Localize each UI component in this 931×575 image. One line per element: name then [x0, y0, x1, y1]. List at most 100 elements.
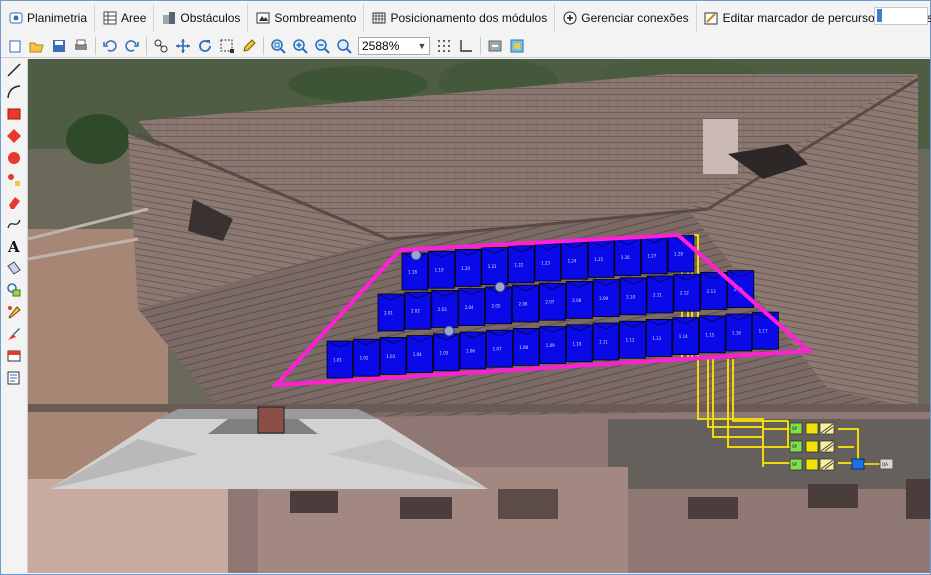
select-area-icon[interactable]: [216, 36, 238, 56]
window: [290, 491, 338, 513]
pv-module-label: 1.23: [541, 261, 550, 266]
string-start-marker[interactable]: [443, 325, 455, 337]
window: [498, 489, 558, 519]
inverter[interactable]: [805, 422, 819, 435]
pencil-icon[interactable]: [238, 36, 260, 56]
tab-gerenciar-conexoes-label: Gerenciar conexões: [581, 10, 689, 25]
pv-module-label: 2.08: [572, 298, 581, 303]
zoom-window-icon[interactable]: [333, 36, 355, 56]
notes-icon[interactable]: [1, 367, 27, 389]
ortho-icon[interactable]: [455, 36, 477, 56]
drawing-canvas[interactable]: 1.18 1.19 1.20 1.21 1.22 1.23 1.24 1.25 1.26 1.27…: [28, 59, 930, 573]
zoom-slider[interactable]: [874, 7, 928, 25]
measure-icon[interactable]: [1, 257, 27, 279]
pv-module-label: 2.07: [545, 300, 554, 305]
eaves: [28, 404, 930, 412]
pv-module-label: 1.25: [594, 257, 603, 262]
import-icon[interactable]: [506, 36, 528, 56]
tab-sombreamento[interactable]: Sombreamento: [247, 3, 363, 32]
window: [688, 497, 738, 519]
string-box-label: SP: [792, 444, 798, 449]
text-icon[interactable]: A: [1, 235, 27, 257]
tab-posicionamento-label: Posicionamento dos módulos: [390, 10, 548, 25]
undo-icon[interactable]: [99, 36, 121, 56]
line-icon[interactable]: [1, 59, 27, 81]
shading-icon: [255, 10, 270, 25]
rectangle-icon[interactable]: [1, 103, 27, 125]
pv-module-label: 1.17: [759, 329, 768, 334]
rotate-icon[interactable]: [194, 36, 216, 56]
pv-module-label: 1.12: [626, 338, 635, 343]
pv-module-label: 1.27: [647, 253, 656, 258]
pv-module-label: 1.09: [546, 343, 555, 348]
tree: [66, 114, 130, 164]
window: [808, 484, 858, 508]
toolbar-separator: [263, 36, 264, 55]
save-icon[interactable]: [48, 36, 70, 56]
string-box-label: SP: [792, 426, 798, 431]
chevron-down-icon[interactable]: ▼: [415, 41, 429, 51]
zoom-slider-knob[interactable]: [877, 9, 882, 22]
pv-module-label: 1.02: [360, 356, 369, 361]
pv-module-label: 2.01: [384, 311, 393, 316]
svg-text:A: A: [7, 238, 20, 254]
circle-icon[interactable]: [1, 147, 27, 169]
window: [906, 479, 930, 519]
tab-planimetria[interactable]: Planimetria: [1, 4, 94, 32]
image-icon[interactable]: [1, 345, 27, 367]
snap-grid-icon[interactable]: [433, 36, 455, 56]
tab-sombreamento-label: Sombreamento: [274, 10, 357, 25]
curve-icon[interactable]: [1, 213, 27, 235]
export-icon[interactable]: [484, 36, 506, 56]
toolbar-separator: [480, 36, 481, 55]
pv-module-label: 1.13: [652, 336, 661, 341]
zoom-select[interactable]: 2588% ▼: [358, 36, 430, 55]
pv-module-label: 2.02: [411, 309, 420, 314]
obstacle-chimney[interactable]: [257, 406, 285, 434]
pv-module-label: 2.12: [680, 291, 689, 296]
move-icon[interactable]: [172, 36, 194, 56]
tab-aree[interactable]: Aree: [94, 3, 153, 32]
print-icon[interactable]: [70, 36, 92, 56]
pv-module-label: 1.18: [408, 270, 417, 275]
inverter[interactable]: [805, 458, 819, 471]
zoom-out-icon[interactable]: [311, 36, 333, 56]
draw-tool-icon[interactable]: [1, 323, 27, 345]
layers-icon[interactable]: [1, 279, 27, 301]
points-icon[interactable]: [1, 169, 27, 191]
select-nodes-icon[interactable]: [150, 36, 172, 56]
pv-module-label: 2.06: [519, 302, 528, 307]
tab-posicionamento[interactable]: Posicionamento dos módulos: [363, 3, 554, 32]
pv-module-label: 1.19: [435, 268, 444, 273]
window: [400, 497, 452, 519]
arc-icon[interactable]: [1, 81, 27, 103]
pv-module-label: 1.26: [621, 255, 630, 260]
pv-module-label: 1.10: [572, 341, 581, 346]
pv-module-label: 2.03: [438, 307, 447, 312]
polygon-icon[interactable]: [1, 125, 27, 147]
combiner-box[interactable]: [851, 458, 865, 470]
tab-planimetria-label: Planimetria: [27, 10, 88, 25]
zoom-fit-icon[interactable]: [267, 36, 289, 56]
areas-icon: [102, 10, 117, 25]
string-box-label: SP: [792, 462, 798, 467]
pv-module-label: 1.11: [599, 340, 608, 345]
inverter[interactable]: [805, 440, 819, 453]
properties-icon[interactable]: [1, 301, 27, 323]
main-tab-bar: Planimetria Aree Obstáculos Sombreamento…: [1, 1, 931, 35]
zoom-in-icon[interactable]: [289, 36, 311, 56]
pv-module-label: 1.16: [732, 331, 741, 336]
eraser-icon[interactable]: [1, 191, 27, 213]
pv-module-label: 1.24: [568, 259, 577, 264]
tab-gerenciar-conexoes[interactable]: Gerenciar conexões: [554, 3, 695, 32]
pv-module-label: 2.11: [653, 293, 662, 298]
pv-module-label: 2.05: [492, 303, 501, 308]
open-icon[interactable]: [26, 36, 48, 56]
modules-grid-icon: [371, 10, 386, 25]
new-icon[interactable]: [4, 36, 26, 56]
pv-module-label: 1.03: [386, 354, 395, 359]
string-start-marker[interactable]: [494, 281, 506, 293]
tab-obstaculos[interactable]: Obstáculos: [153, 3, 247, 32]
redo-icon[interactable]: [121, 36, 143, 56]
string-start-marker[interactable]: [410, 249, 422, 261]
